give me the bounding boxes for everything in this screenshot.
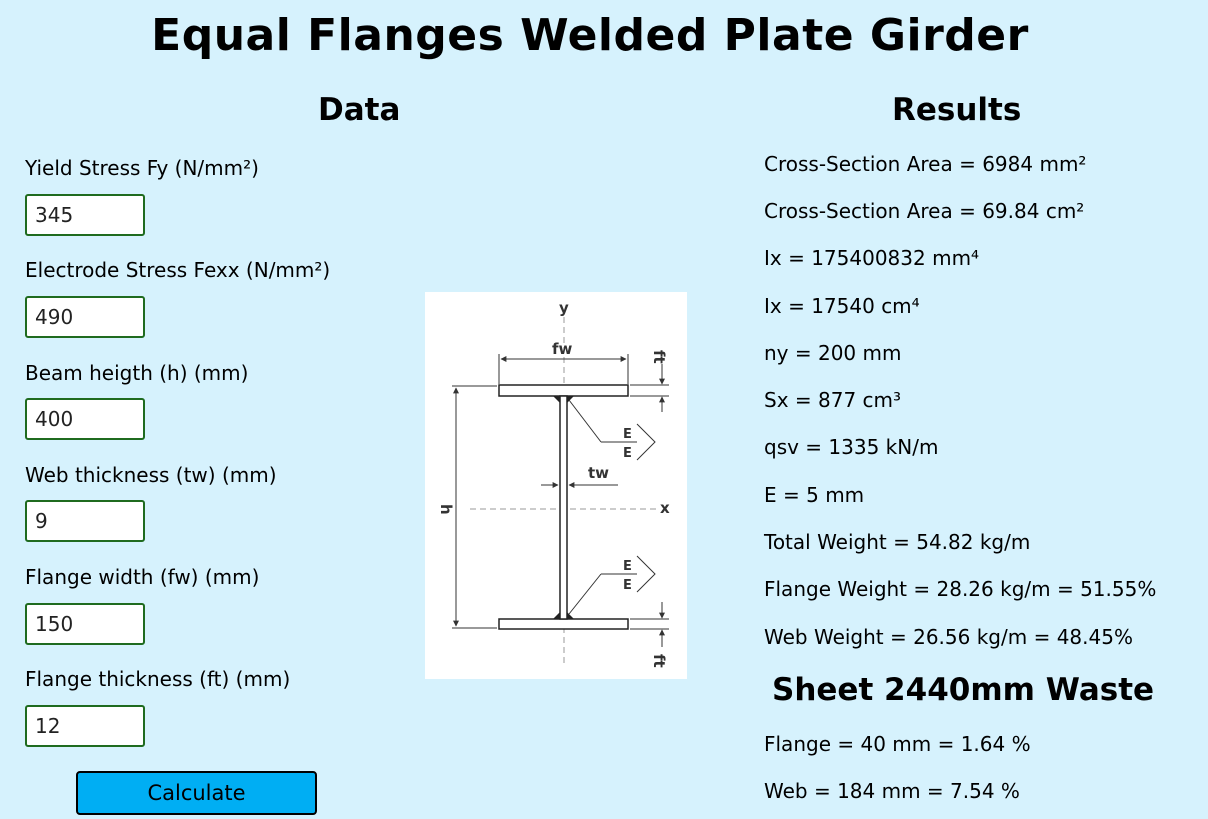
flange-width-input[interactable]	[25, 603, 145, 645]
result-web-weight: Web Weight = 26.56 kg/m = 48.45%	[764, 625, 1133, 649]
girder-diagram-svg: y x fw tw ft ft h E E E E	[437, 299, 670, 668]
ft-label-top: ft	[650, 350, 668, 364]
result-sx: Sx = 877 cm³	[764, 388, 902, 412]
weld-e-label: E	[623, 427, 632, 442]
calculate-button[interactable]: Calculate	[76, 771, 317, 815]
weld-leader-top	[568, 399, 602, 443]
result-area-mm2: Cross-Section Area = 6984 mm²	[764, 152, 1087, 176]
web-plate	[559, 395, 568, 620]
fw-label: fw	[552, 340, 573, 358]
tw-label: tw	[588, 464, 609, 482]
weld-top-left	[553, 396, 560, 403]
result-total-weight: Total Weight = 54.82 kg/m	[764, 530, 1031, 554]
ft-label-bottom: ft	[650, 654, 668, 668]
weld-e-label: E	[623, 559, 632, 574]
beam-height-input[interactable]	[25, 398, 145, 440]
weld-e-label: E	[623, 446, 632, 461]
flange-thickness-input[interactable]	[25, 705, 145, 747]
result-qsv: qsv = 1335 kN/m	[764, 435, 939, 459]
page-title: Equal Flanges Welded Plate Girder	[151, 10, 1029, 61]
bottom-flange	[498, 618, 629, 630]
weld-bottom-left	[553, 612, 560, 619]
data-heading: Data	[318, 92, 401, 128]
h-label: h	[437, 504, 455, 515]
yield-stress-input[interactable]	[25, 194, 145, 236]
results-heading: Results	[892, 92, 1022, 128]
flange-width-label: Flange width (fw) (mm)	[25, 565, 260, 589]
x-axis-label: x	[660, 499, 670, 517]
weld-bottom-right	[567, 612, 574, 619]
girder-cross-section-diagram: y x fw tw ft ft h E E E E	[425, 292, 687, 679]
weld-e-label: E	[623, 578, 632, 593]
waste-heading: Sheet 2440mm Waste	[772, 672, 1155, 708]
flange-thickness-label: Flange thickness (ft) (mm)	[25, 667, 291, 691]
y-axis-label: y	[559, 299, 569, 317]
result-ix-mm4: Ix = 175400832 mm⁴	[764, 246, 980, 270]
result-weld-e: E = 5 mm	[764, 483, 865, 507]
web-thickness-label: Web thickness (tw) (mm)	[25, 463, 277, 487]
electrode-stress-input[interactable]	[25, 296, 145, 338]
weld-leader-bottom	[568, 573, 602, 615]
result-flange-weight: Flange Weight = 28.26 kg/m = 51.55%	[764, 577, 1157, 601]
web-thickness-input[interactable]	[25, 500, 145, 542]
result-area-cm2: Cross-Section Area = 69.84 cm²	[764, 199, 1085, 223]
waste-flange: Flange = 40 mm = 1.64 %	[764, 732, 1031, 756]
beam-height-label: Beam heigth (h) (mm)	[25, 361, 249, 385]
electrode-stress-label: Electrode Stress Fexx (N/mm²)	[25, 258, 331, 282]
waste-web: Web = 184 mm = 7.54 %	[764, 779, 1020, 803]
result-ny: ny = 200 mm	[764, 341, 902, 365]
result-ix-cm4: Ix = 17540 cm⁴	[764, 294, 920, 318]
yield-stress-label: Yield Stress Fy (N/mm²)	[25, 156, 259, 180]
top-flange	[498, 384, 629, 397]
